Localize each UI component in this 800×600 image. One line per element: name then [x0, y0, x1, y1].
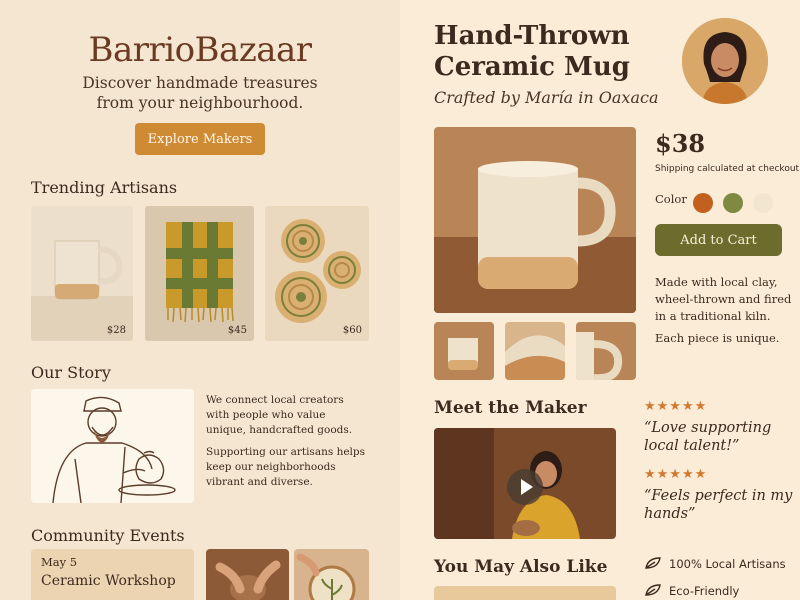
- brand-logo[interactable]: BarrioBazaar: [0, 30, 400, 70]
- feature-local-artisans: 100% Local Artisans: [644, 556, 786, 573]
- mug-image: [31, 206, 133, 341]
- leaf-icon: [644, 556, 662, 573]
- trending-artisans-heading: Trending Artisans: [31, 178, 178, 197]
- recommended-item[interactable]: [434, 586, 616, 600]
- color-label: Color: [655, 192, 687, 206]
- maker-subtitle: Crafted by María in Oaxaca: [434, 88, 659, 107]
- product-tile-mug[interactable]: $28: [31, 206, 133, 341]
- event-photo-embroidery[interactable]: [294, 549, 369, 600]
- ceramic-mug-image: [434, 127, 636, 313]
- tile-price: $45: [227, 325, 247, 336]
- product-uniqueness-note: Each piece is unique.: [655, 331, 780, 345]
- community-events-heading: Community Events: [31, 526, 185, 545]
- woven-textile-image: [145, 206, 254, 341]
- tagline-line-1: Discover handmade treasures: [82, 74, 318, 92]
- add-to-cart-button[interactable]: Add to Cart: [655, 224, 782, 256]
- review-2-text: “Feels perfect in my hands”: [644, 488, 793, 522]
- story-paragraph-2: Supporting our artisans helps keep our n…: [206, 446, 366, 488]
- also-like-heading: You May Also Like: [434, 557, 608, 577]
- woven-baskets-image: [265, 206, 369, 341]
- product-main-image[interactable]: [434, 127, 636, 313]
- potter-illustration: [31, 389, 194, 503]
- color-swatch-olive[interactable]: [723, 193, 743, 213]
- marketplace-panel: BarrioBazaar Discover handmade treasures…: [0, 0, 400, 600]
- event-card[interactable]: May 5 Ceramic Workshop: [31, 549, 194, 600]
- event-date: May 5: [41, 555, 78, 569]
- thumbnail-3[interactable]: [576, 322, 636, 380]
- story-paragraph-1: We connect local creators with people wh…: [206, 394, 353, 436]
- review-2-stars: ★★★★★: [644, 467, 708, 482]
- feature-label: 100% Local Artisans: [669, 557, 786, 571]
- product-tile-baskets[interactable]: $60: [265, 206, 369, 341]
- mug-handle-thumbnail-image: [576, 322, 636, 380]
- meet-maker-heading: Meet the Maker: [434, 398, 587, 418]
- mug-thumbnail-image: [434, 322, 494, 380]
- product-price: $38: [655, 129, 706, 158]
- our-story-heading: Our Story: [31, 363, 111, 382]
- embroidery-hoop-image: [294, 549, 369, 600]
- color-swatch-rust[interactable]: [693, 193, 713, 213]
- mug-rim-thumbnail-image: [505, 322, 565, 380]
- tagline-line-2: from your neighbourhood.: [96, 94, 304, 112]
- thumbnail-2[interactable]: [505, 322, 565, 380]
- tile-price: $60: [342, 325, 362, 336]
- product-tile-textile[interactable]: $45: [145, 206, 254, 341]
- pottery-hands-image: [206, 549, 289, 600]
- event-name: Ceramic Workshop: [41, 573, 176, 589]
- explore-makers-button[interactable]: Explore Makers: [135, 123, 265, 155]
- feature-eco-packaging: Eco-Friendly Packaging: [644, 583, 800, 600]
- review-1-text: “Love supporting local talent!”: [644, 420, 772, 454]
- tile-price: $28: [106, 325, 126, 336]
- shipping-note: Shipping calculated at checkout: [655, 164, 800, 174]
- tagline: Discover handmade treasures from your ne…: [0, 73, 400, 113]
- maker-avatar[interactable]: [682, 18, 768, 104]
- event-photo-pottery[interactable]: [206, 549, 289, 600]
- product-title: Hand-Thrown Ceramic Mug: [434, 21, 630, 82]
- play-button[interactable]: [507, 469, 543, 505]
- potter-line-drawing: [31, 389, 194, 503]
- leaf-icon: [644, 583, 662, 600]
- product-description: Made with local clay, wheel-thrown and f…: [655, 275, 792, 323]
- review-1-stars: ★★★★★: [644, 399, 708, 414]
- thumbnail-1[interactable]: [434, 322, 494, 380]
- color-swatch-cream[interactable]: [753, 193, 773, 213]
- maker-portrait: [682, 18, 768, 104]
